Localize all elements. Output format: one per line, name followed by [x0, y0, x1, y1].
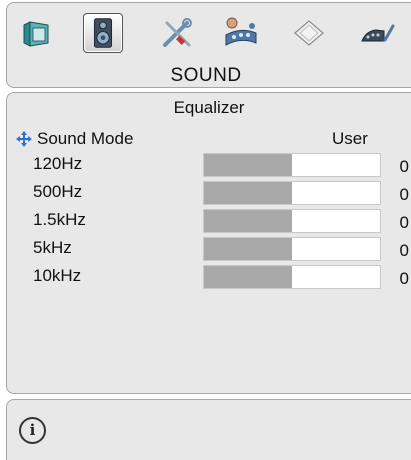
tab-picture[interactable]	[15, 13, 55, 53]
band-slider-fill	[204, 266, 292, 288]
antenna-tuner-icon	[361, 24, 395, 42]
band-value: 0	[399, 241, 409, 260]
band-slider-fill	[204, 154, 292, 176]
info-icon: i	[29, 421, 36, 439]
band-slider-fill	[204, 210, 292, 232]
band-label: 5kHz	[33, 238, 72, 257]
band-row-10khz[interactable]: 10kHz 0	[7, 265, 411, 289]
band-value: 0	[399, 269, 409, 288]
band-row-120hz[interactable]: 120Hz 0	[7, 153, 411, 177]
tab-channel[interactable]	[358, 13, 398, 53]
settings-tools-icon	[163, 18, 192, 47]
band-label: 120Hz	[33, 154, 83, 173]
tab-network[interactable]	[221, 13, 261, 53]
band-value: 0	[399, 185, 409, 204]
network-icon	[225, 17, 257, 46]
picture-icon	[23, 21, 49, 47]
band-slider[interactable]	[203, 209, 381, 233]
band-row-5khz[interactable]: 5kHz 0	[7, 237, 411, 261]
speaker-icon	[93, 18, 113, 48]
info-bar: i	[6, 399, 411, 460]
section-title: SOUND	[170, 65, 242, 86]
band-slider[interactable]	[203, 153, 381, 177]
equalizer-title: Equalizer	[173, 98, 245, 117]
document-icon	[294, 20, 324, 46]
band-label: 10kHz	[33, 266, 82, 285]
band-slider[interactable]	[203, 181, 381, 205]
band-label: 500Hz	[33, 182, 83, 201]
move-arrows-icon	[16, 131, 32, 147]
band-value: 0	[399, 213, 409, 232]
equalizer-panel: Equalizer Sound Mode User 120Hz 0 500Hz …	[6, 92, 411, 394]
tab-sound[interactable]	[83, 13, 123, 53]
sound-mode-value[interactable]: User	[332, 129, 368, 149]
band-slider[interactable]	[203, 237, 381, 261]
band-row-500hz[interactable]: 500Hz 0	[7, 181, 411, 205]
menu-tab-bar: SOUND	[6, 2, 411, 88]
band-slider-fill	[204, 182, 292, 204]
band-slider-fill	[204, 238, 292, 260]
tab-options[interactable]	[289, 13, 329, 53]
info-button[interactable]: i	[19, 417, 46, 444]
sound-mode-label: Sound Mode	[37, 129, 134, 148]
band-label: 1.5kHz	[33, 210, 86, 229]
band-row-1-5khz[interactable]: 1.5kHz 0	[7, 209, 411, 233]
band-value: 0	[399, 157, 409, 176]
band-slider[interactable]	[203, 265, 381, 289]
tab-setup[interactable]	[157, 13, 197, 53]
